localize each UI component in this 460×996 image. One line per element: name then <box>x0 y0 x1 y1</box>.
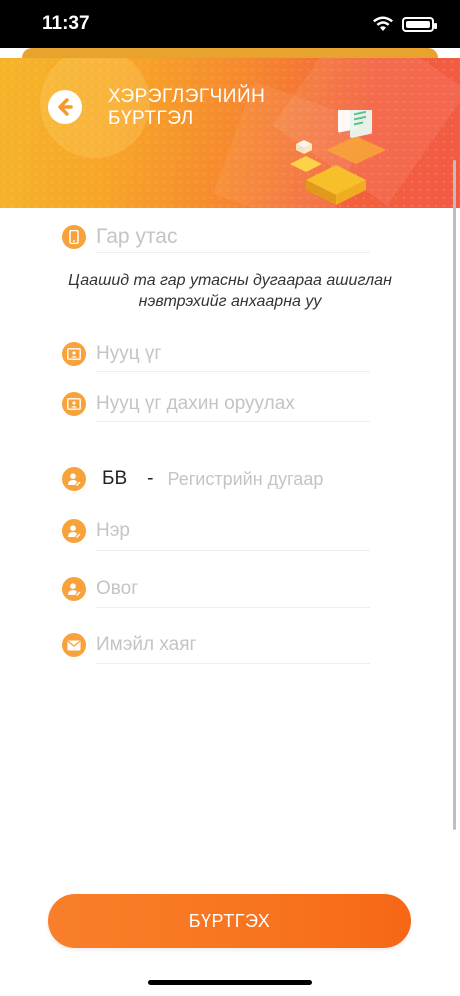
last-name-input[interactable]: Овог <box>96 575 138 603</box>
email-underline <box>96 663 370 664</box>
back-button[interactable] <box>48 90 82 124</box>
title-line-2: БҮРТГЭЛ <box>108 108 194 129</box>
phone-input[interactable]: Гар утас <box>96 222 177 252</box>
arrow-left-icon <box>58 98 73 116</box>
header-banner: ХЭРЭГЛЭГЧИЙН БҮРТГЭЛ <box>0 58 460 208</box>
scrollbar[interactable] <box>453 160 456 830</box>
user-edit-icon <box>62 519 86 543</box>
first-name-input[interactable]: Нэр <box>96 517 130 545</box>
password-field[interactable]: Нууц үг <box>62 340 372 372</box>
user-edit-icon <box>62 577 86 601</box>
title-line-1: ХЭРЭГЛЭГЧИЙН <box>108 86 266 107</box>
hint-line-1: Цаашид та гар утасны дугаараа ашиглан <box>68 272 392 289</box>
register-button[interactable]: БҮРТГЭХ <box>48 894 411 948</box>
hint-line-2: нэвтрэхийг анхаарна уу <box>138 293 322 310</box>
email-field[interactable]: Имэйл хаяг <box>62 631 372 664</box>
phone-hint: Цаашид та гар утасны дугаараа ашиглан нэ… <box>0 270 460 312</box>
page-title: ХЭРЭГЛЭГЧИЙН БҮРТГЭЛ <box>108 86 265 130</box>
status-time: 11:37 <box>42 13 90 34</box>
password-repeat-field[interactable]: Нууц үг дахин оруулах <box>62 390 372 422</box>
first-name-field[interactable]: Нэр <box>62 517 372 551</box>
password-repeat-underline <box>96 421 370 422</box>
register-separator: - <box>147 468 154 489</box>
password-repeat-input[interactable]: Нууц үг дахин оруулах <box>96 390 295 418</box>
password-input[interactable]: Нууц үг <box>96 340 161 368</box>
user-edit-icon <box>62 467 86 491</box>
phone-field[interactable]: Гар утас <box>62 222 372 253</box>
wifi-icon <box>373 16 393 31</box>
password-underline <box>96 371 370 372</box>
battery-icon <box>402 16 437 32</box>
register-number-input[interactable]: Регистрийн дугаар <box>167 469 323 490</box>
last-name-field[interactable]: Овог <box>62 575 372 608</box>
email-input[interactable]: Имэйл хаяг <box>96 631 196 659</box>
register-id-row: БВ - Регистрийн дугаар <box>102 465 323 493</box>
first-name-underline <box>96 550 370 551</box>
status-icons <box>372 16 437 32</box>
status-bar: 11:37 <box>0 0 460 48</box>
phone-icon <box>62 225 86 249</box>
home-indicator[interactable] <box>148 980 312 985</box>
register-prefix-select[interactable]: БВ <box>102 468 127 490</box>
id-card-icon <box>62 342 86 366</box>
phone-underline <box>96 252 370 253</box>
envelope-icon <box>62 633 86 657</box>
register-id-field[interactable]: БВ - Регистрийн дугаар <box>62 465 392 493</box>
last-name-underline <box>96 607 370 608</box>
registration-illustration <box>290 110 386 205</box>
id-card-icon <box>62 392 86 416</box>
